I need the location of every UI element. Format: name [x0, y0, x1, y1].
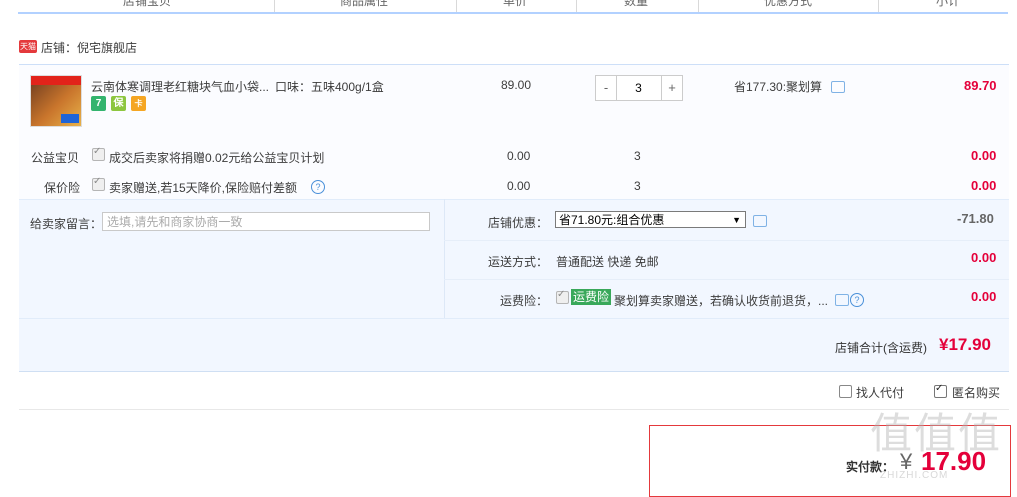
- charity-subtotal: 0.00: [971, 148, 997, 163]
- divider: [19, 409, 1009, 410]
- shop-discount-label: 店铺优惠：: [488, 216, 549, 230]
- price-protect-subtotal: 0.00: [971, 178, 997, 193]
- chat-icon[interactable]: [831, 81, 845, 93]
- message-label: 给卖家留言：: [30, 217, 103, 231]
- shop-discount-value: 省71.80元:组合优惠: [559, 213, 665, 227]
- help-icon[interactable]: ?: [311, 180, 325, 194]
- freight-insurance-label: 运费险：: [500, 294, 549, 308]
- row-divider: [444, 240, 1009, 241]
- chat-icon[interactable]: [835, 294, 849, 306]
- extras-divider: [444, 199, 445, 318]
- help-icon[interactable]: ?: [850, 293, 864, 307]
- quantity-input[interactable]: 3: [617, 76, 660, 100]
- tmall-badge-icon: 天猫: [19, 40, 37, 53]
- shop-name-text[interactable]: 倪宅旗舰店: [77, 41, 137, 55]
- shop-discount-amount: -71.80: [957, 211, 994, 226]
- header-divider: [274, 0, 275, 12]
- row-divider: [444, 279, 1009, 280]
- price-protect-label: 保价险: [44, 181, 81, 195]
- freight-insurance-amount: 0.00: [971, 289, 997, 304]
- thumbnail-price-tag: [61, 114, 79, 123]
- shop-label: 店铺：: [41, 41, 78, 55]
- quantity-stepper[interactable]: - 3 +: [595, 75, 683, 101]
- price-protect-price: 0.00: [507, 179, 531, 193]
- unit-price: 89.00: [501, 78, 532, 92]
- thumbnail-banner: [31, 76, 81, 85]
- header-attr: 商品属性: [340, 0, 389, 8]
- header-subtotal: 小计: [936, 0, 961, 8]
- header-price: 单价: [503, 0, 528, 8]
- seven-day-return-icon[interactable]: 7: [91, 96, 106, 111]
- item-subtotal: 89.70: [964, 78, 997, 93]
- freight-insurance-tag: 运费险: [571, 289, 612, 305]
- header-item: 店铺宝贝: [123, 0, 172, 8]
- header-discount: 优惠方式: [764, 0, 813, 8]
- quantity-decrease-button[interactable]: -: [596, 76, 617, 100]
- anonymous-buy-checkbox[interactable]: [934, 383, 947, 398]
- header-divider: [576, 0, 577, 12]
- charity-checkbox: [92, 146, 105, 161]
- shop-discount-select[interactable]: 省71.80元:组合优惠 ▼: [555, 211, 746, 228]
- shop-total-label: 店铺合计(含运费): [835, 341, 927, 355]
- chat-icon[interactable]: [753, 215, 767, 227]
- freight-insurance-checkbox: [556, 289, 569, 304]
- freight-insurance-text: 聚划算卖家赠送，若确认收货前退货，...: [614, 294, 829, 308]
- charity-text: 成交后卖家将捐赠0.02元给公益宝贝计划: [109, 151, 325, 165]
- item-discount: 省177.30:聚划算: [734, 80, 823, 94]
- quantity-increase-button[interactable]: +: [661, 76, 682, 100]
- header-divider: [456, 0, 457, 12]
- product-thumbnail[interactable]: [30, 75, 82, 127]
- proxy-pay-label[interactable]: 找人代付: [856, 384, 904, 401]
- shipping-value: 普通配送 快递 免邮: [556, 255, 659, 269]
- product-title[interactable]: 云南体寒调理老红糖块气血小袋...: [91, 78, 269, 95]
- guarantee-icon[interactable]: 保: [111, 96, 126, 111]
- shop-name[interactable]: 店铺：倪宅旗舰店: [41, 39, 137, 56]
- proxy-pay-checkbox[interactable]: [839, 385, 852, 398]
- shop-total-value: ¥17.90: [939, 335, 991, 354]
- charity-qty: 3: [634, 149, 641, 163]
- table-header: 店铺宝贝 商品属性 单价 数量 优惠方式 小计: [18, 0, 1008, 14]
- price-protect-text: 卖家赠送,若15天降价,保险赔付差额: [109, 181, 298, 195]
- dropdown-arrow-icon: ▼: [732, 215, 741, 225]
- header-divider: [878, 0, 879, 12]
- price-protect-qty: 3: [634, 179, 641, 193]
- shipping-label: 运送方式：: [488, 255, 549, 269]
- message-input[interactable]: 选填,请先和商家协商一致: [102, 212, 430, 231]
- anonymous-buy-label[interactable]: 匿名购买: [952, 384, 1000, 401]
- watermark-logo: 值值值: [870, 409, 1003, 458]
- price-protect-checkbox: [92, 176, 105, 191]
- credit-card-icon[interactable]: 卡: [131, 96, 146, 111]
- shipping-amount: 0.00: [971, 250, 997, 265]
- charity-price: 0.00: [507, 149, 531, 163]
- charity-label: 公益宝贝: [31, 151, 80, 165]
- header-divider: [698, 0, 699, 12]
- watermark-url: ZHIZHI.COM: [880, 470, 949, 481]
- product-attribute: 口味：五味400g/1盒: [275, 80, 384, 94]
- header-qty: 数量: [624, 0, 649, 8]
